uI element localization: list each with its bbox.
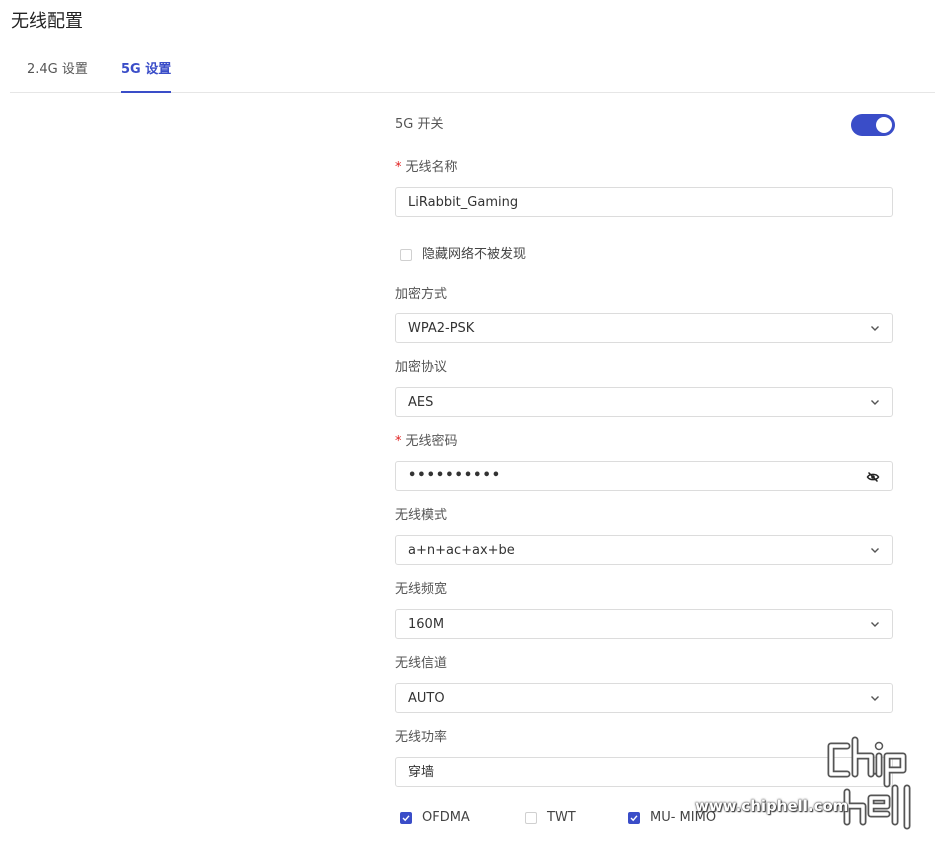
checkmark-icon <box>630 815 638 822</box>
mode-label: 无线模式 <box>395 508 448 523</box>
power-label: 无线功率 <box>395 730 448 745</box>
channel-select[interactable]: AUTO <box>395 683 893 713</box>
tab-bar: 2.4G 设置 5G 设置 <box>10 52 935 93</box>
checkmark-icon <box>402 815 410 822</box>
ofdma-option[interactable]: OFDMA <box>400 809 470 827</box>
encryption-select[interactable]: WPA2-PSK <box>395 313 893 343</box>
ssid-input[interactable]: LiRabbit_Gaming <box>395 187 893 217</box>
password-input[interactable]: •••••••••• <box>395 461 893 491</box>
chevron-down-icon <box>871 400 879 405</box>
tab-5g-settings[interactable]: 5G 设置 <box>121 60 171 80</box>
ssid-label-text: 无线名称 <box>405 160 458 175</box>
active-tab-indicator <box>121 91 171 93</box>
tab-2-4g-settings[interactable]: 2.4G 设置 <box>27 60 88 80</box>
ssid-value: LiRabbit_Gaming <box>408 195 519 210</box>
bandwidth-select[interactable]: 160M <box>395 609 893 639</box>
twt-option[interactable]: TWT <box>525 809 576 827</box>
hide-network-label: 隐藏网络不被发现 <box>422 247 527 262</box>
mu-mimo-checkbox[interactable] <box>628 812 640 824</box>
power-value: 穿墙 <box>408 765 435 780</box>
hide-network-checkbox[interactable] <box>400 249 412 261</box>
channel-label: 无线信道 <box>395 656 448 671</box>
chevron-down-icon <box>871 696 879 701</box>
bandwidth-value: 160M <box>408 617 445 632</box>
ofdma-label: OFDMA <box>422 810 470 825</box>
channel-value: AUTO <box>408 691 445 706</box>
encryption-label: 加密方式 <box>395 287 448 302</box>
password-label: * 无线密码 <box>395 433 458 451</box>
switch-5g-toggle[interactable] <box>851 114 895 136</box>
chevron-down-icon <box>871 326 879 331</box>
ssid-label: * 无线名称 <box>395 159 458 177</box>
protocol-label: 加密协议 <box>395 360 448 375</box>
required-asterisk: * <box>395 434 402 449</box>
page-title: 无线配置 <box>11 11 83 32</box>
switch-5g-label: 5G 开关 <box>395 117 444 132</box>
bandwidth-label: 无线频宽 <box>395 582 448 597</box>
required-asterisk: * <box>395 160 402 175</box>
ofdma-checkbox[interactable] <box>400 812 412 824</box>
protocol-select[interactable]: AES <box>395 387 893 417</box>
chevron-down-icon <box>871 548 879 553</box>
mu-mimo-option[interactable]: MU- MIMO <box>628 809 716 827</box>
watermark-url: www.chiphell.com <box>695 797 849 815</box>
toggle-knob <box>876 117 892 133</box>
encryption-value: WPA2-PSK <box>408 321 475 336</box>
chevron-down-icon <box>871 770 879 775</box>
mode-value: a+n+ac+ax+be <box>408 543 515 558</box>
mu-mimo-label: MU- MIMO <box>650 810 717 825</box>
chevron-down-icon <box>871 622 879 627</box>
password-value: •••••••••• <box>408 468 502 483</box>
eye-off-icon[interactable] <box>866 470 880 484</box>
protocol-value: AES <box>408 395 434 410</box>
password-label-text: 无线密码 <box>405 434 458 449</box>
mode-select[interactable]: a+n+ac+ax+be <box>395 535 893 565</box>
hide-network-option[interactable]: 隐藏网络不被发现 <box>400 246 526 264</box>
twt-label: TWT <box>547 810 576 825</box>
twt-checkbox[interactable] <box>525 812 537 824</box>
power-select[interactable]: 穿墙 <box>395 757 893 787</box>
